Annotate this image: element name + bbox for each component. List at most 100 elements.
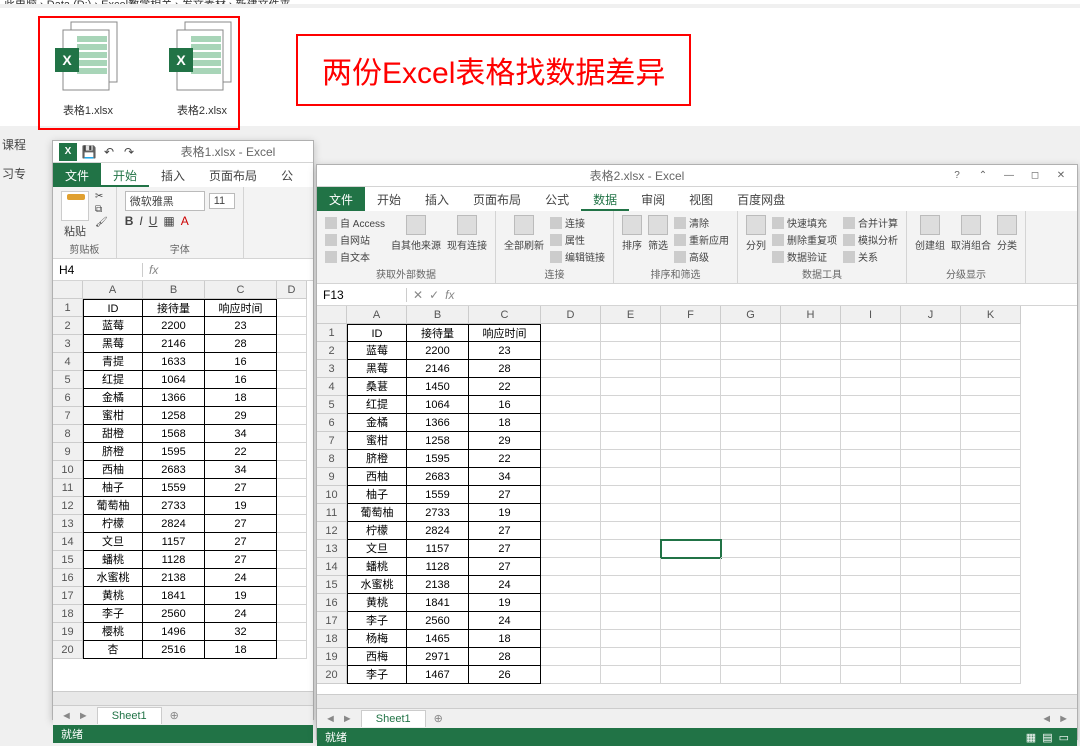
cell[interactable]	[277, 353, 307, 371]
cell[interactable]	[661, 630, 721, 648]
sheet-tab[interactable]: Sheet1	[361, 710, 426, 727]
cell[interactable]: 青提	[83, 353, 143, 371]
row-header[interactable]: 10	[317, 486, 347, 504]
cell[interactable]	[277, 461, 307, 479]
row-header[interactable]: 16	[317, 594, 347, 612]
cell[interactable]	[901, 630, 961, 648]
relationships-button[interactable]: 关系	[843, 249, 898, 264]
cell[interactable]: 2733	[407, 504, 469, 522]
cell[interactable]	[541, 396, 601, 414]
cell[interactable]: 22	[469, 378, 541, 396]
cell[interactable]	[277, 497, 307, 515]
close-icon[interactable]: ✕	[1049, 167, 1073, 185]
cell[interactable]: 水蜜桃	[347, 576, 407, 594]
data-validation-button[interactable]: 数据验证	[772, 249, 837, 264]
cell[interactable]: 杏	[83, 641, 143, 659]
sheet-grid[interactable]: ABCDEFGHIJK1ID接待量响应时间2蓝莓2200233黑莓2146284…	[317, 306, 1077, 694]
cell[interactable]	[601, 324, 661, 342]
cell[interactable]	[277, 533, 307, 551]
cell[interactable]	[541, 432, 601, 450]
row-header[interactable]: 1	[53, 299, 83, 317]
column-header[interactable]: B	[143, 281, 205, 299]
cell[interactable]: 水蜜桃	[83, 569, 143, 587]
row-header[interactable]: 7	[53, 407, 83, 425]
cell[interactable]	[781, 450, 841, 468]
row-header[interactable]: 5	[53, 371, 83, 389]
bold-button[interactable]: B	[125, 214, 134, 228]
cell[interactable]: 1157	[143, 533, 205, 551]
cell[interactable]: 响应时间	[205, 299, 277, 317]
column-header[interactable]: E	[601, 306, 661, 324]
row-header[interactable]: 9	[317, 468, 347, 486]
cell[interactable]	[721, 324, 781, 342]
row-header[interactable]: 11	[317, 504, 347, 522]
cell[interactable]: 金橘	[347, 414, 407, 432]
cell[interactable]	[961, 432, 1021, 450]
cell[interactable]: 2138	[407, 576, 469, 594]
cell[interactable]: 1258	[143, 407, 205, 425]
cell[interactable]	[721, 630, 781, 648]
scroll-left-icon[interactable]: ◄	[1041, 713, 1052, 725]
sort-button[interactable]: 排序	[622, 215, 642, 252]
cell[interactable]	[901, 648, 961, 666]
tab-file[interactable]: 文件	[317, 187, 365, 211]
group-button[interactable]: 创建组	[915, 215, 945, 252]
cell[interactable]: 2971	[407, 648, 469, 666]
cell[interactable]: 李子	[347, 666, 407, 684]
cell[interactable]	[661, 342, 721, 360]
cell[interactable]	[781, 666, 841, 684]
tab-formula[interactable]: 公式	[533, 187, 581, 211]
cell[interactable]: 李子	[347, 612, 407, 630]
cell[interactable]	[841, 396, 901, 414]
cell[interactable]	[661, 522, 721, 540]
column-header[interactable]: G	[721, 306, 781, 324]
paste-icon[interactable]	[61, 191, 89, 221]
cell[interactable]: 蜜柑	[83, 407, 143, 425]
row-header[interactable]: 18	[53, 605, 83, 623]
cell[interactable]	[841, 504, 901, 522]
cell[interactable]: 28	[469, 648, 541, 666]
cell[interactable]	[601, 378, 661, 396]
cell[interactable]: 34	[205, 425, 277, 443]
column-header[interactable]: I	[841, 306, 901, 324]
cell[interactable]	[961, 378, 1021, 396]
cell[interactable]: 1450	[407, 378, 469, 396]
cell[interactable]	[541, 630, 601, 648]
tab-file[interactable]: 文件	[53, 163, 101, 187]
cell[interactable]	[277, 605, 307, 623]
cell[interactable]	[721, 432, 781, 450]
cell[interactable]: 1157	[407, 540, 469, 558]
cell[interactable]	[277, 371, 307, 389]
cell[interactable]	[661, 666, 721, 684]
cell[interactable]	[661, 576, 721, 594]
maximize-icon[interactable]: ◻	[1023, 167, 1047, 185]
cell[interactable]: 27	[205, 551, 277, 569]
enter-icon[interactable]: ✓	[429, 288, 439, 302]
cell[interactable]	[841, 576, 901, 594]
row-header[interactable]: 6	[53, 389, 83, 407]
cell[interactable]: 2683	[407, 468, 469, 486]
ribbon-collapse-icon[interactable]: ⌃	[971, 167, 995, 185]
cell[interactable]: 24	[469, 612, 541, 630]
cell[interactable]: 桑葚	[347, 378, 407, 396]
row-header[interactable]: 7	[317, 432, 347, 450]
cell[interactable]	[721, 540, 781, 558]
cell[interactable]: 蟠桃	[347, 558, 407, 576]
cell[interactable]	[277, 479, 307, 497]
column-header[interactable]: C	[205, 281, 277, 299]
cell[interactable]: 16	[205, 353, 277, 371]
cell[interactable]	[721, 648, 781, 666]
scroll-right-icon[interactable]: ►	[1058, 713, 1069, 725]
cell[interactable]	[661, 324, 721, 342]
column-header[interactable]: B	[407, 306, 469, 324]
row-header[interactable]: 13	[317, 540, 347, 558]
cell[interactable]	[841, 432, 901, 450]
refresh-all-button[interactable]: 全部刷新	[504, 215, 544, 252]
cell[interactable]	[901, 468, 961, 486]
cell[interactable]: 27	[205, 533, 277, 551]
cell[interactable]	[277, 443, 307, 461]
clear-button[interactable]: 清除	[674, 215, 729, 230]
cell[interactable]	[601, 468, 661, 486]
column-header[interactable]: D	[541, 306, 601, 324]
cell[interactable]	[961, 666, 1021, 684]
